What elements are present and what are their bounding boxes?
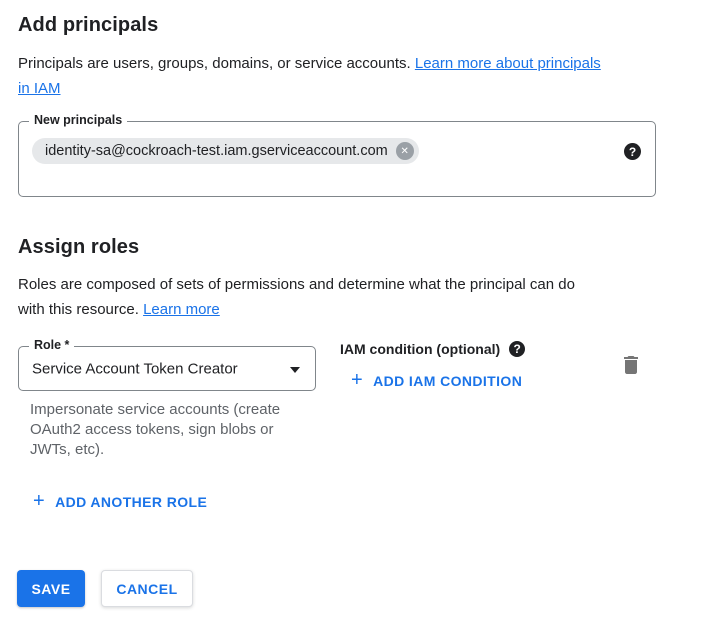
cancel-button[interactable]: CANCEL xyxy=(101,570,193,607)
help-icon[interactable]: ? xyxy=(624,143,641,160)
iam-condition-label-row: IAM condition (optional) ? xyxy=(340,341,525,357)
principal-chip-value: identity-sa@cockroach-test.iam.gservicea… xyxy=(45,143,388,159)
new-principals-field[interactable]: New principals identity-sa@cockroach-tes… xyxy=(18,121,656,197)
add-principals-panel: Add principals Principals are users, gro… xyxy=(0,0,713,629)
save-button[interactable]: SAVE xyxy=(17,570,85,607)
delete-role-button[interactable] xyxy=(619,353,643,377)
iam-condition-help-icon[interactable]: ? xyxy=(509,341,525,357)
principals-description: Principals are users, groups, domains, o… xyxy=(18,51,668,101)
new-principals-label: New principals xyxy=(29,113,127,127)
chevron-down-icon xyxy=(290,367,300,373)
principal-chip: identity-sa@cockroach-test.iam.gservicea… xyxy=(32,138,419,164)
role-label: Role * xyxy=(29,338,74,352)
add-iam-condition-label: ADD IAM CONDITION xyxy=(373,373,522,389)
assign-roles-description: Roles are composed of sets of permission… xyxy=(18,272,678,322)
role-description: Impersonate service accounts (create OAu… xyxy=(30,400,306,460)
plus-icon: + xyxy=(351,370,363,390)
role-selected-value: Service Account Token Creator xyxy=(32,360,238,377)
assign-roles-description-line1: Roles are composed of sets of permission… xyxy=(18,276,575,293)
page-title: Add principals xyxy=(18,14,158,37)
trash-icon xyxy=(619,353,643,377)
learn-more-roles-link[interactable]: Learn more xyxy=(143,301,220,318)
role-select[interactable]: Role * Service Account Token Creator xyxy=(18,346,316,391)
add-iam-condition-button[interactable]: + ADD IAM CONDITION xyxy=(351,371,522,391)
principals-description-text: Principals are users, groups, domains, o… xyxy=(18,55,411,72)
plus-icon: + xyxy=(33,491,45,511)
assign-roles-title: Assign roles xyxy=(18,236,139,259)
chip-remove-icon[interactable]: ✕ xyxy=(396,142,414,160)
add-another-role-label: ADD ANOTHER ROLE xyxy=(55,494,207,510)
assign-roles-description-line2: with this resource. xyxy=(18,301,139,318)
add-another-role-button[interactable]: + ADD ANOTHER ROLE xyxy=(33,492,207,512)
iam-condition-label: IAM condition (optional) xyxy=(340,341,500,357)
